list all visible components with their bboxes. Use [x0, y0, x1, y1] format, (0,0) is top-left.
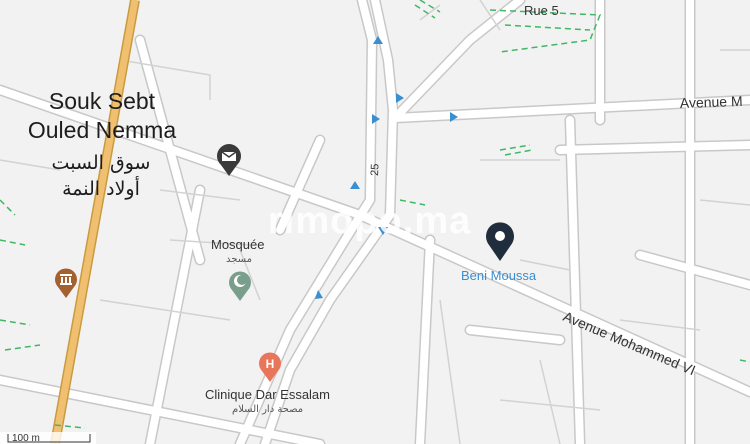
- place-name-line1: Souk Sebt: [48, 88, 156, 114]
- svg-text:H: H: [266, 357, 275, 371]
- place-name: Souk Sebt Ouled Nemma: [12, 87, 192, 145]
- place-name-ar-line2: أولاد النمة: [62, 178, 140, 200]
- clinic-name: Clinique Dar Essalam: [205, 387, 330, 402]
- mail-pin-icon[interactable]: [215, 143, 243, 177]
- selected-location-name: Beni Moussa: [461, 268, 537, 283]
- hospital-pin-icon[interactable]: H: [257, 349, 283, 383]
- location-marker-icon[interactable]: [482, 220, 518, 262]
- avenue-m-label: Avenue M: [680, 93, 743, 111]
- mosque-name-ar: مسجد: [226, 254, 252, 265]
- scale-label: 100 m: [12, 433, 40, 444]
- place-name-ar: سوق السبت أولاد النمة: [26, 150, 176, 202]
- monument-pin-icon[interactable]: [53, 265, 79, 299]
- highway: [51, 0, 139, 444]
- mosque-name: Mosquée: [211, 237, 265, 252]
- mosque-pin-icon[interactable]: [227, 268, 253, 302]
- route-number-label: 25: [369, 163, 381, 176]
- rue5-label: Rue 5: [524, 3, 559, 18]
- watermark: rimopo.ma: [268, 200, 472, 242]
- place-name-ar-line1: سوق السبت: [51, 152, 151, 174]
- place-name-line2: Ouled Nemma: [27, 117, 177, 143]
- clinic-name-ar: مصحة دار السلام: [232, 404, 304, 415]
